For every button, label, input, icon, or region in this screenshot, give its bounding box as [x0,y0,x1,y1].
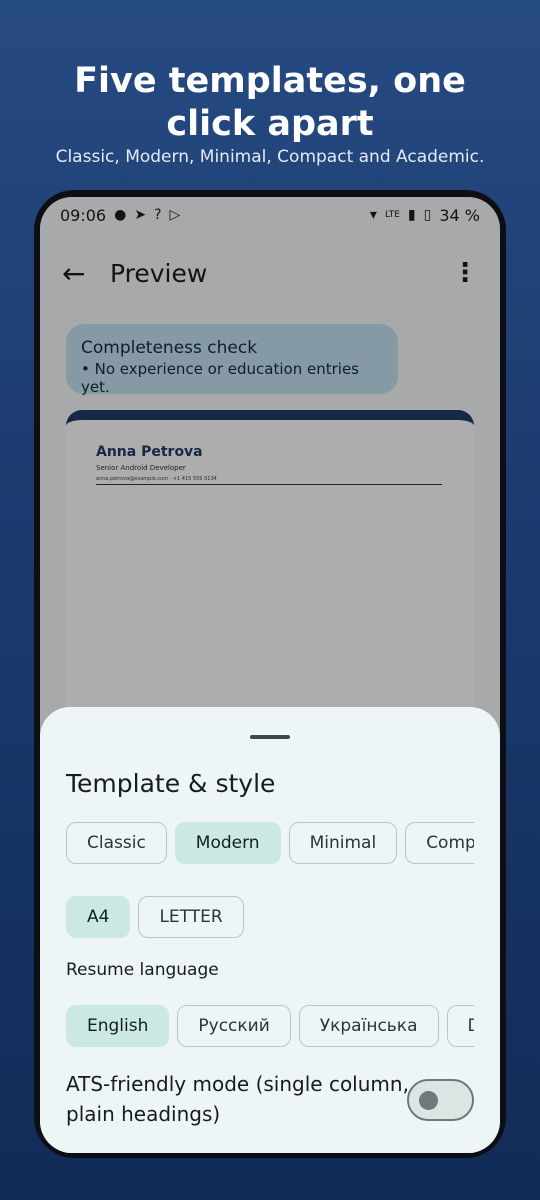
template-chips: Classic Modern Minimal Compact [66,822,474,864]
page-size-chips: A4 LETTER [66,896,474,938]
drag-handle[interactable] [250,735,290,739]
chip-template-classic[interactable]: Classic [66,822,167,864]
chip-template-modern[interactable]: Modern [174,822,281,864]
bottom-sheet: Template & style Classic Modern Minimal … [40,707,500,1153]
phone-screen: 09:06 ● ➤ ? ▷ ▾ LTE ▮ ▯ 34 % ← Preview ⋮… [40,197,500,1153]
chip-lang-ukrainian[interactable]: Українська [298,1005,439,1047]
hero-subtitle: Classic, Modern, Minimal, Compact and Ac… [55,147,485,167]
language-chips: English Русский Українська Deutsch [66,1005,474,1047]
ats-mode-switch[interactable] [407,1079,474,1121]
chip-size-letter[interactable]: LETTER [138,896,244,938]
sheet-title: Template & style [66,769,276,798]
chip-lang-english[interactable]: English [66,1005,170,1047]
chip-template-minimal[interactable]: Minimal [288,822,398,864]
switch-thumb [419,1091,438,1110]
chip-lang-russian[interactable]: Русский [177,1005,291,1047]
ats-mode-label: ATS-friendly mode (single column, plain … [66,1072,409,1126]
hero-title: Five templates, one click apart [74,61,466,144]
language-label: Resume language [66,960,219,980]
chip-size-a4[interactable]: A4 [66,896,131,938]
chip-lang-german[interactable]: Deutsch [446,1005,474,1047]
chip-template-compact[interactable]: Compact [405,822,474,864]
